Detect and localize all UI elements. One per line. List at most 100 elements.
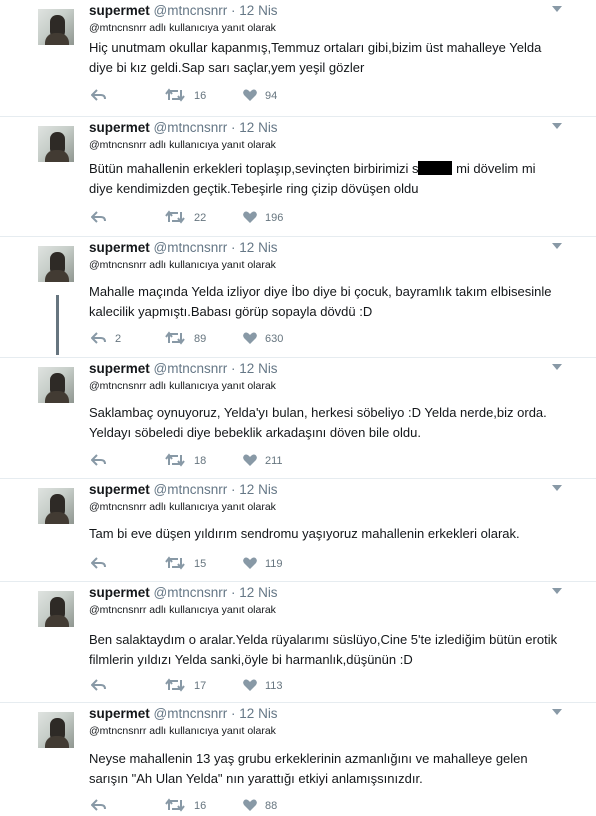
retweet-button[interactable]: [165, 678, 185, 692]
reply-username[interactable]: @mtncnsnrr: [89, 139, 146, 151]
separator-dot: ·: [231, 706, 236, 721]
reply-count: 2: [115, 333, 122, 345]
tweet-text-line: Tam bi eve düşen yıldırım sendromu yaşıy…: [89, 526, 520, 541]
tweet-date[interactable]: 12 Nis: [239, 120, 277, 135]
tweet-header: supermet @mtncnsnrr · 12 Nis: [89, 482, 278, 497]
tweet[interactable]: supermet @mtncnsnrr · 12 Nis @mtncnsnrr …: [0, 479, 596, 582]
display-name[interactable]: supermet: [89, 585, 150, 600]
tweet-text: Bütün mahallenin erkekleri toplaşıp,sevi…: [89, 159, 559, 199]
reply-username[interactable]: @mtncnsnrr: [89, 604, 146, 616]
tweet-date[interactable]: 12 Nis: [239, 706, 277, 721]
retweet-count: 22: [194, 212, 207, 224]
tweet[interactable]: supermet @mtncnsnrr · 12 Nis @mtncnsnrr …: [0, 358, 596, 479]
like-button[interactable]: [242, 453, 258, 467]
display-name[interactable]: supermet: [89, 482, 150, 497]
reply-context: @mtncnsnrr adlı kullanıcıya yanıt olarak: [89, 380, 276, 392]
reply-button[interactable]: [91, 331, 107, 345]
display-name[interactable]: supermet: [89, 361, 150, 376]
like-button[interactable]: [242, 678, 258, 692]
reply-username[interactable]: @mtncnsnrr: [89, 501, 146, 513]
thread-line: [56, 295, 59, 355]
chevron-down-icon[interactable]: [552, 123, 562, 129]
reply-button[interactable]: [91, 678, 107, 692]
retweet-icon: [165, 331, 185, 345]
tweet-date[interactable]: 12 Nis: [239, 482, 277, 497]
tweet-header: supermet @mtncnsnrr · 12 Nis: [89, 3, 278, 18]
reply-button[interactable]: [91, 88, 107, 102]
display-name[interactable]: supermet: [89, 3, 150, 18]
username[interactable]: @mtncnsnrr: [154, 585, 228, 600]
tweet-text: Saklambaç oynuyoruz, Yelda'yı bulan, her…: [89, 403, 559, 443]
tweet-date[interactable]: 12 Nis: [239, 240, 277, 255]
reply-context: @mtncnsnrr adlı kullanıcıya yanıt olarak: [89, 725, 276, 737]
tweet-date[interactable]: 12 Nis: [239, 361, 277, 376]
like-count: 88: [265, 800, 278, 812]
username[interactable]: @mtncnsnrr: [154, 706, 228, 721]
retweet-count: 89: [194, 333, 207, 345]
username[interactable]: @mtncnsnrr: [154, 361, 228, 376]
reply-icon: [91, 211, 106, 223]
retweet-button[interactable]: [165, 88, 185, 102]
reply-username[interactable]: @mtncnsnrr: [89, 22, 146, 34]
tweet[interactable]: supermet @mtncnsnrr · 12 Nis @mtncnsnrr …: [0, 703, 596, 816]
like-button[interactable]: [242, 556, 258, 570]
retweet-button[interactable]: [165, 210, 185, 224]
retweet-button[interactable]: [165, 331, 185, 345]
redaction-box: [418, 161, 453, 175]
retweet-button[interactable]: [165, 798, 185, 812]
tweet[interactable]: supermet @mtncnsnrr · 12 Nis @mtncnsnrr …: [0, 582, 596, 703]
username[interactable]: @mtncnsnrr: [154, 120, 228, 135]
chevron-down-icon[interactable]: [552, 243, 562, 249]
avatar[interactable]: [38, 126, 74, 162]
tweet-header: supermet @mtncnsnrr · 12 Nis: [89, 585, 278, 600]
display-name[interactable]: supermet: [89, 120, 150, 135]
reply-button[interactable]: [91, 453, 107, 467]
avatar[interactable]: [38, 246, 74, 282]
retweet-button[interactable]: [165, 556, 185, 570]
tweet[interactable]: supermet @mtncnsnrr · 12 Nis @mtncnsnrr …: [0, 117, 596, 237]
avatar[interactable]: [38, 488, 74, 524]
like-count: 211: [265, 455, 283, 467]
display-name[interactable]: supermet: [89, 240, 150, 255]
reply-button[interactable]: [91, 798, 107, 812]
reply-button[interactable]: [91, 556, 107, 570]
like-button[interactable]: [242, 331, 258, 345]
avatar[interactable]: [38, 591, 74, 627]
tweet-date[interactable]: 12 Nis: [239, 3, 277, 18]
retweet-count: 18: [194, 455, 207, 467]
reply-icon: [91, 679, 106, 691]
username[interactable]: @mtncnsnrr: [154, 240, 228, 255]
chevron-down-icon[interactable]: [552, 588, 562, 594]
like-button[interactable]: [242, 798, 258, 812]
display-name[interactable]: supermet: [89, 706, 150, 721]
chevron-down-icon[interactable]: [552, 6, 562, 12]
reply-suffix: adlı kullanıcıya yanıt olarak: [149, 604, 276, 616]
avatar[interactable]: [38, 712, 74, 748]
like-button[interactable]: [242, 88, 258, 102]
reply-username[interactable]: @mtncnsnrr: [89, 259, 146, 271]
avatar[interactable]: [38, 9, 74, 45]
username[interactable]: @mtncnsnrr: [154, 482, 228, 497]
retweet-icon: [165, 88, 185, 102]
username[interactable]: @mtncnsnrr: [154, 3, 228, 18]
tweet-header: supermet @mtncnsnrr · 12 Nis: [89, 120, 278, 135]
reply-button[interactable]: [91, 210, 107, 224]
tweet-text-line: diye bi kız geldi.Sap sarı saçlar,yem ye…: [89, 60, 365, 75]
tweet[interactable]: supermet @mtncnsnrr · 12 Nis @mtncnsnrr …: [0, 0, 596, 117]
tweet-text-line: Hiç unutmam okullar kapanmış,Temmuz orta…: [89, 40, 542, 55]
reply-icon: [91, 89, 106, 101]
tweet-text: Neyse mahallenin 13 yaş grubu erkeklerin…: [89, 749, 559, 789]
tweet[interactable]: supermet @mtncnsnrr · 12 Nis @mtncnsnrr …: [0, 237, 596, 358]
tweet-date[interactable]: 12 Nis: [239, 585, 277, 600]
retweet-icon: [165, 798, 185, 812]
tweet-text: Ben salaktaydım o aralar.Yelda rüyalarım…: [89, 630, 559, 670]
like-button[interactable]: [242, 210, 258, 224]
heart-icon: [243, 332, 257, 344]
avatar[interactable]: [38, 367, 74, 403]
chevron-down-icon[interactable]: [552, 485, 562, 491]
reply-username[interactable]: @mtncnsnrr: [89, 380, 146, 392]
chevron-down-icon[interactable]: [552, 364, 562, 370]
reply-username[interactable]: @mtncnsnrr: [89, 725, 146, 737]
retweet-button[interactable]: [165, 453, 185, 467]
chevron-down-icon[interactable]: [552, 709, 562, 715]
